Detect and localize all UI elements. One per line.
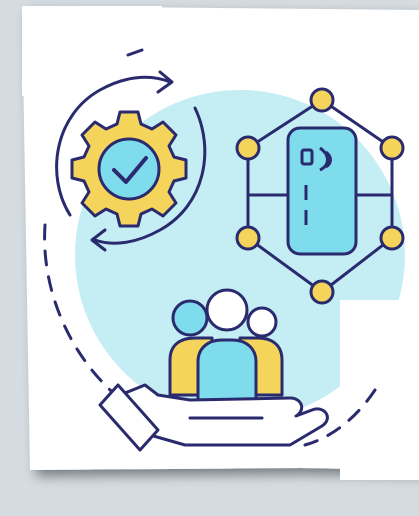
illustration-card[interactable] (0, 0, 419, 516)
gear-check-icon (70, 110, 188, 228)
